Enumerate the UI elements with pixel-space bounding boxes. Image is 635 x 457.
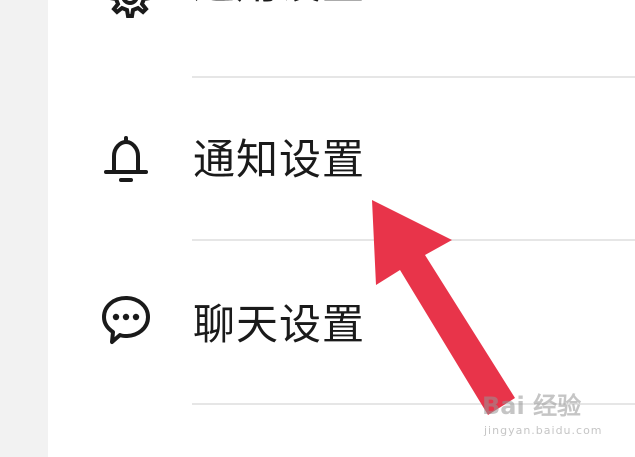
watermark: Bai 经验 jingyan.baidu.com xyxy=(480,386,610,446)
watermark-main-text: Bai 经验 xyxy=(482,392,582,420)
watermark-url-text: jingyan.baidu.com xyxy=(484,424,603,437)
